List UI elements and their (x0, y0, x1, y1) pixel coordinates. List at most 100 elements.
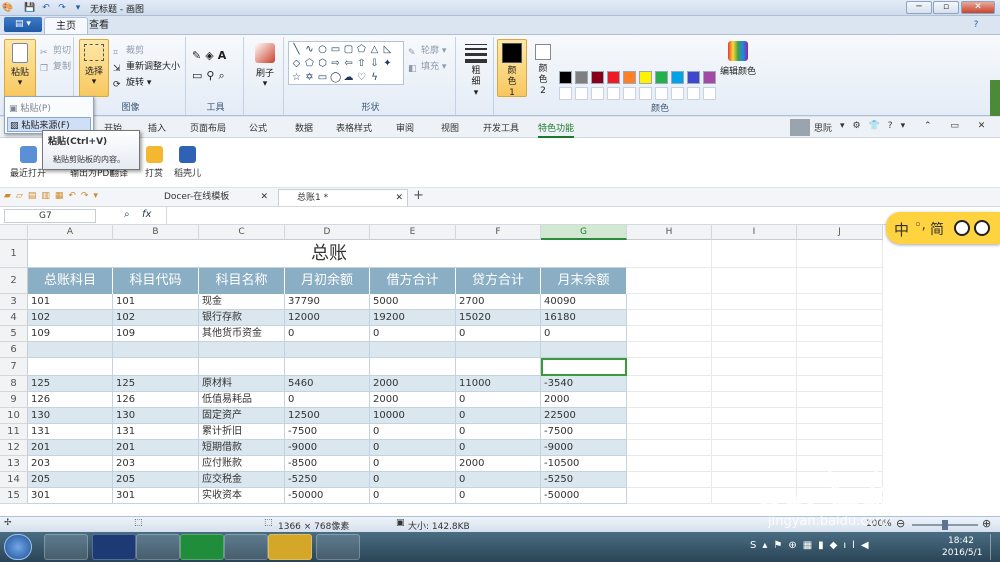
oval-shape-icon[interactable]: ○ (317, 45, 328, 55)
eraser-icon[interactable]: ▭ (192, 69, 206, 82)
callout-cloud-shape-icon[interactable]: ☁ (343, 73, 354, 83)
formula-input[interactable] (166, 207, 1000, 224)
redo-icon[interactable]: ↷ (56, 2, 68, 14)
ime-punct-icon[interactable]: ◦, (914, 218, 926, 233)
table-cell[interactable]: 应交税金 (199, 472, 285, 488)
rounded-rect-shape-icon[interactable]: ▢ (343, 45, 354, 55)
row-header[interactable]: 7 (0, 358, 28, 376)
reward-button[interactable]: 打赏 (145, 146, 163, 179)
select-button[interactable]: 选择 ▾ (79, 39, 109, 97)
start-button[interactable] (4, 534, 32, 560)
table-cell[interactable] (797, 342, 883, 358)
side-handle[interactable] (990, 80, 1000, 116)
table-cell[interactable] (712, 326, 797, 342)
column-header[interactable]: D (285, 225, 370, 240)
table-cell[interactable]: 130 (28, 408, 113, 424)
empty-cell[interactable] (797, 240, 883, 268)
table-cell[interactable] (285, 342, 370, 358)
outline-button[interactable]: ✎ 轮廓 ▾ (408, 43, 446, 59)
table-cell[interactable] (370, 342, 456, 358)
doc-tab-docer[interactable]: Docer-在线模板 ✕ (146, 189, 272, 206)
custom-color-slot[interactable] (559, 87, 572, 100)
row-header[interactable]: 10 (0, 408, 28, 424)
rotate-button[interactable]: ⟳ 旋转 ▾ (113, 75, 151, 91)
table-header-cell[interactable]: 总账科目 (28, 268, 113, 294)
table-cell[interactable]: 125 (113, 376, 199, 392)
table-cell[interactable] (712, 294, 797, 310)
star4-shape-icon[interactable]: ✦ (382, 59, 393, 69)
table-cell[interactable]: 102 (113, 310, 199, 326)
empty-cell[interactable] (712, 268, 797, 294)
maximize-button[interactable]: ▫ (933, 1, 959, 14)
table-cell[interactable]: 2000 (370, 376, 456, 392)
table-cell[interactable] (285, 358, 370, 376)
table-cell[interactable]: 12000 (285, 310, 370, 326)
select-all-corner[interactable] (0, 225, 28, 240)
custom-color-slot[interactable] (655, 87, 668, 100)
column-header[interactable]: G (541, 225, 627, 240)
table-cell[interactable] (797, 488, 883, 504)
table-cell[interactable]: 0 (456, 440, 541, 456)
close-icon[interactable]: ✕ (395, 190, 403, 207)
table-cell[interactable] (627, 456, 712, 472)
table-cell[interactable]: 22500 (541, 408, 627, 424)
table-cell[interactable] (370, 358, 456, 376)
excel-tab-developer[interactable]: 开发工具 (483, 121, 519, 134)
table-cell[interactable] (627, 472, 712, 488)
palette-swatch[interactable] (687, 71, 700, 84)
table-cell[interactable]: -5250 (285, 472, 370, 488)
table-cell[interactable]: -3540 (541, 376, 627, 392)
custom-color-slot[interactable] (639, 87, 652, 100)
excel-tab-special[interactable]: 特色功能 (538, 121, 575, 138)
empty-cell[interactable] (712, 240, 797, 268)
file-toolbar-icons[interactable]: ▰▱▤▥▦↶↷▾ (4, 191, 103, 201)
table-cell[interactable] (113, 358, 199, 376)
empty-cell[interactable] (627, 240, 712, 268)
taskbar-ie-icon[interactable] (316, 534, 360, 560)
column-header[interactable]: C (199, 225, 285, 240)
table-cell[interactable]: 实收资本 (199, 488, 285, 504)
table-cell[interactable]: 固定资产 (199, 408, 285, 424)
excel-tab-insert[interactable]: 插入 (148, 121, 166, 134)
cut-button[interactable]: ✂ 剪切 (40, 43, 71, 59)
table-cell[interactable]: 2000 (456, 456, 541, 472)
table-cell[interactable] (113, 342, 199, 358)
row-header[interactable]: 13 (0, 456, 28, 472)
table-cell[interactable]: 126 (28, 392, 113, 408)
row-header[interactable]: 6 (0, 342, 28, 358)
table-cell[interactable]: 10000 (370, 408, 456, 424)
table-cell[interactable] (712, 488, 797, 504)
row-header[interactable]: 5 (0, 326, 28, 342)
excel-tab-table-style[interactable]: 表格样式 (336, 121, 372, 134)
avatar[interactable] (790, 119, 810, 136)
color1-button[interactable]: 颜色 1 (497, 39, 527, 98)
table-cell[interactable] (712, 472, 797, 488)
ime-toolbar[interactable]: 中 ◦, 简 (886, 212, 1000, 244)
table-cell[interactable]: 0 (456, 326, 541, 342)
table-cell[interactable] (797, 440, 883, 456)
column-header[interactable]: E (370, 225, 456, 240)
table-cell[interactable]: -50000 (541, 488, 627, 504)
taskbar-notes-icon[interactable] (268, 534, 312, 560)
table-cell[interactable]: 2000 (370, 392, 456, 408)
table-cell[interactable] (627, 358, 712, 376)
table-cell[interactable]: 0 (456, 488, 541, 504)
row-header[interactable]: 2 (0, 268, 28, 294)
undo-icon[interactable]: ↶ (40, 2, 52, 14)
close-icon[interactable]: ✕ (260, 189, 268, 206)
active-cell[interactable] (541, 358, 627, 376)
pentagon-shape-icon[interactable]: ⬠ (304, 59, 315, 69)
edit-colors-button[interactable]: 编辑颜色 (720, 39, 756, 97)
table-cell[interactable]: 应付账款 (199, 456, 285, 472)
row-header[interactable]: 11 (0, 424, 28, 440)
table-cell[interactable]: 201 (113, 440, 199, 456)
table-cell[interactable]: 0 (370, 440, 456, 456)
hexagon-shape-icon[interactable]: ⬡ (317, 59, 328, 69)
table-cell[interactable]: 原材料 (199, 376, 285, 392)
table-cell[interactable] (712, 358, 797, 376)
tab-view[interactable]: 查看 (78, 17, 120, 34)
table-cell[interactable]: 0 (541, 326, 627, 342)
table-cell[interactable] (797, 456, 883, 472)
table-cell[interactable]: -9000 (285, 440, 370, 456)
row-header[interactable]: 4 (0, 310, 28, 326)
